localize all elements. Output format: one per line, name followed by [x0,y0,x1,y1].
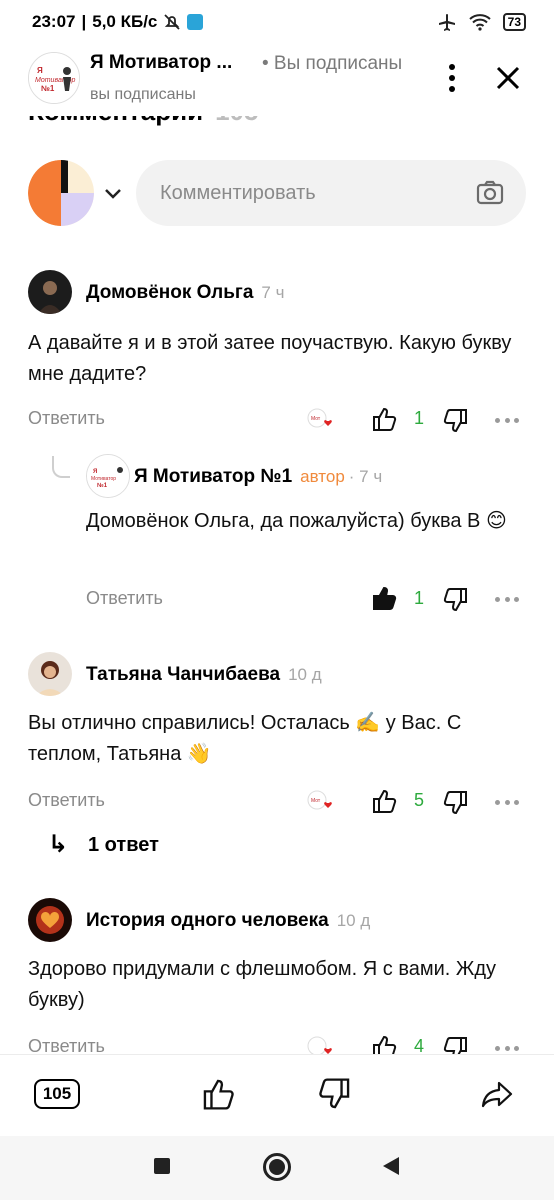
author-badge: автор [300,467,345,486]
close-icon [496,66,520,90]
thumbs-down-icon [319,1078,350,1109]
avatar[interactable] [28,270,72,314]
camera-icon[interactable] [476,180,504,206]
thumbs-up-filled-icon[interactable] [371,585,397,611]
dot-icon [449,64,455,70]
svg-text:Мот: Мот [311,416,321,422]
likes-count: 1 [414,588,425,608]
avatar[interactable]: Я Мотиватор №1 [86,454,130,498]
reactions-icon[interactable]: Мот [306,406,336,432]
status-bar: 23:07 | 5,0 КБ/с 73 [0,0,554,44]
comment-author[interactable]: Татьяна Чанчибаева 10 д [86,664,322,686]
reply-button[interactable]: Ответить [28,408,105,429]
svg-text:Я: Я [37,66,43,75]
more-menu-button[interactable] [440,60,464,96]
comment-time: 10 д [288,665,322,684]
bottom-action-bar: 105 [0,1054,554,1136]
comment-text: Здорово придумали с флешмобом. Я с вами.… [28,958,497,1011]
likes-count: 5 [414,790,425,810]
share-icon [481,1081,513,1108]
app-notification-icon [187,14,204,30]
avatar[interactable] [28,652,72,696]
back-icon[interactable] [383,1157,399,1175]
channel-subtitle: вы подписаны [90,86,196,103]
channel-avatar[interactable]: Я Мотиватор №1 [28,52,80,104]
airplane-icon [437,12,457,32]
show-replies-link[interactable]: 1 ответ [88,834,159,857]
svg-text:№1: №1 [41,84,55,93]
comment-more-button[interactable] [495,418,519,424]
svg-text:№1: №1 [97,482,108,489]
thumbs-up-icon [203,1079,234,1110]
reply-button[interactable]: Ответить [86,588,163,609]
status-time: 23:07 [32,12,76,31]
svg-text:Мот: Мот [311,798,321,804]
status-speed: 5,0 КБ/с [92,12,158,31]
comment-more-button[interactable] [495,800,519,806]
reply-arrow-icon: ↳ [48,831,69,858]
like-button[interactable] [201,1077,235,1111]
chevron-down-icon[interactable] [102,182,124,204]
svg-text:Я: Я [93,469,97,475]
dot-icon [449,86,455,92]
likes-count: 1 [414,408,425,428]
comment-more-button[interactable] [495,1046,519,1052]
comment-time: 10 д [336,911,371,930]
dislike-button[interactable] [318,1077,352,1111]
comment-text: А давайте я и в этой затее поучаствую. К… [28,332,512,385]
mute-icon [163,13,181,31]
channel-name[interactable]: Я Мотиватор ... [90,52,232,74]
svg-text:Мотиватор: Мотиватор [91,476,116,482]
system-nav-bar [0,1136,554,1200]
avatar[interactable] [28,898,72,942]
comments-count-button[interactable]: 105 [34,1079,80,1109]
channel-header: Я Мотиватор №1 Я Мотиватор ... • Вы подп… [0,44,554,116]
battery-indicator: 73 [502,13,526,31]
recent-apps-icon[interactable] [154,1158,170,1174]
thumbs-down-icon[interactable] [443,408,469,434]
wifi-icon [468,13,491,31]
thumbs-down-icon[interactable] [443,587,469,613]
comment-input[interactable] [136,160,526,226]
comment-composer [28,160,526,226]
home-icon[interactable] [263,1153,291,1181]
close-button[interactable] [492,62,524,94]
comment-time: · 7 ч [348,467,383,486]
comment-author[interactable]: История одного человека 10 д [86,910,370,932]
thumbs-up-icon[interactable] [371,788,397,814]
comment-text: Вы отлично справились! Осталась ✍️ у Вас… [28,712,462,765]
comment-time: 7 ч [261,283,285,302]
reactions-icon[interactable]: Мот [306,788,336,814]
thread-connector [52,456,70,478]
subscription-state[interactable]: • Вы подписаны [262,53,402,75]
share-button[interactable] [480,1077,514,1111]
comment-more-button[interactable] [495,597,519,603]
comment-author[interactable]: Я Мотиватор №1 автор · 7 ч [134,466,382,488]
my-avatar[interactable] [28,160,94,226]
thumbs-up-icon[interactable] [371,406,397,432]
comment-text: Домовёнок Ольга, да пожалуйста) буква В … [86,510,507,532]
reply-button[interactable]: Ответить [28,790,105,811]
thumbs-down-icon[interactable] [443,790,469,816]
dot-icon [449,75,455,81]
comment-author[interactable]: Домовёнок Ольга 7 ч [86,282,284,304]
